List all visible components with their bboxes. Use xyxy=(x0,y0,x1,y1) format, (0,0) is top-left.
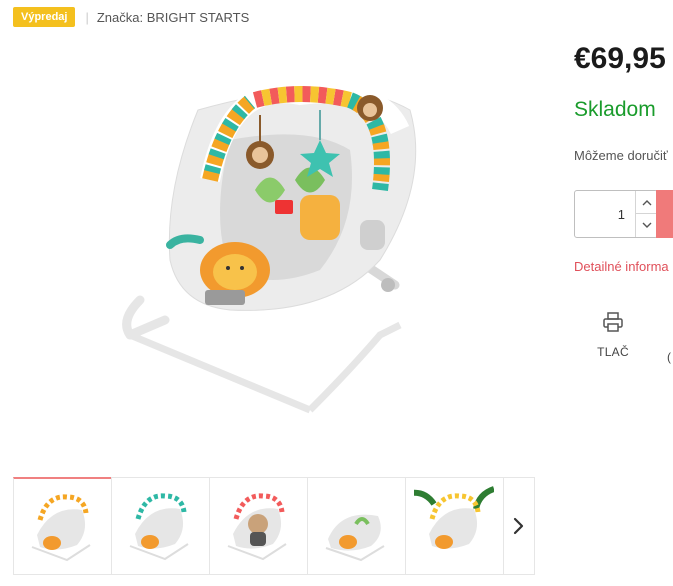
quantity-buttons xyxy=(635,191,657,237)
print-label: TLAČ xyxy=(597,345,629,359)
print-button[interactable]: TLAČ xyxy=(593,312,633,359)
main-product-image[interactable] xyxy=(110,70,450,420)
chevron-right-icon xyxy=(514,517,524,535)
separator: | xyxy=(85,9,89,25)
delivery-info: Môžeme doručiť xyxy=(574,148,668,163)
thumbnail-5[interactable] xyxy=(405,477,504,575)
thumbnail-image xyxy=(129,493,189,561)
thumbnail-image xyxy=(325,514,385,562)
product-meta-bar: Výpredaj | Značka: BRIGHT STARTS xyxy=(13,6,249,28)
thumbnail-image xyxy=(414,486,495,549)
chevron-up-icon xyxy=(642,199,651,205)
thumbnail-4[interactable] xyxy=(307,477,406,575)
thumbnail-image xyxy=(227,493,287,561)
printer-icon xyxy=(603,312,623,332)
chevron-down-icon xyxy=(642,222,651,228)
sale-badge: Výpredaj xyxy=(13,7,76,27)
baby-rocker-image xyxy=(122,83,417,414)
thumbnail-next-button[interactable] xyxy=(503,477,536,575)
quantity-stepper xyxy=(574,190,658,238)
thumbnail-3[interactable] xyxy=(209,477,308,575)
brand-label[interactable]: Značka: BRIGHT STARTS xyxy=(97,10,249,25)
quantity-increase-button[interactable] xyxy=(636,191,657,214)
quantity-decrease-button[interactable] xyxy=(636,214,657,237)
stock-status: Skladom xyxy=(574,98,656,121)
quantity-input[interactable] xyxy=(575,191,633,237)
thumbnail-gallery xyxy=(13,477,536,575)
next-action-partial-label: ( xyxy=(667,350,671,364)
thumbnail-2[interactable] xyxy=(111,477,210,575)
details-link[interactable]: Detailné informa xyxy=(574,259,669,274)
product-price: €69,95 xyxy=(574,42,666,75)
thumbnail-image xyxy=(31,494,91,562)
thumbnail-1[interactable] xyxy=(13,477,112,575)
add-to-cart-button[interactable] xyxy=(656,190,673,238)
